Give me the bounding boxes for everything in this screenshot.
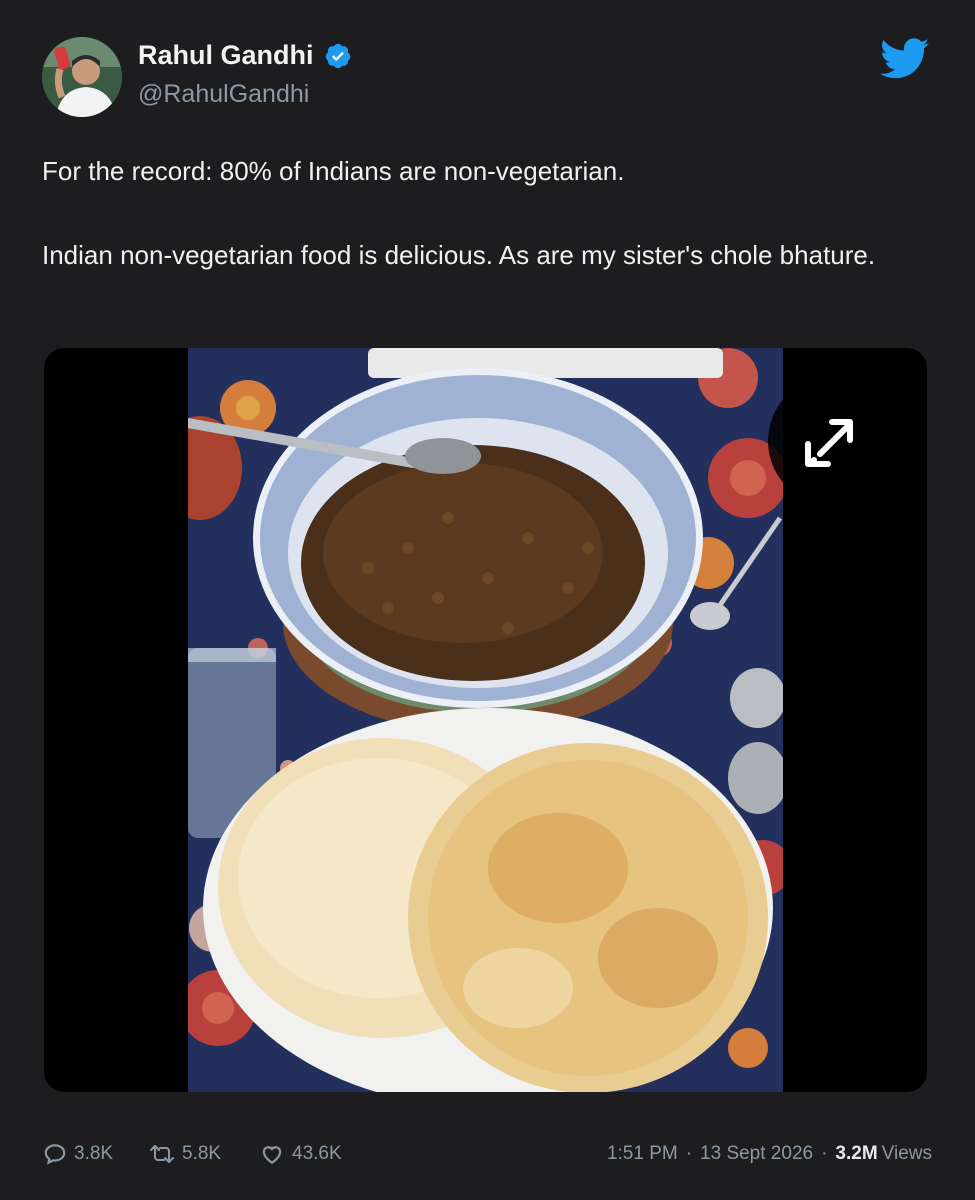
retweet-icon	[150, 1145, 174, 1163]
retweet-count: 5.8K	[182, 1143, 222, 1164]
heart-icon	[262, 1146, 282, 1164]
twitter-bird-icon[interactable]	[880, 38, 930, 80]
reply-action[interactable]: 3.8K	[42, 1138, 113, 1170]
views-label: Views	[881, 1143, 932, 1164]
retweet-action[interactable]: 5.8K	[148, 1138, 221, 1170]
like-action[interactable]: 43.6K	[258, 1138, 342, 1170]
tweet-media[interactable]	[44, 348, 927, 1092]
meta-separator: ·	[685, 1143, 693, 1164]
tweet-paragraph: Indian non-vegetarian food is delicious.…	[42, 240, 876, 270]
food-photo[interactable]	[188, 348, 783, 1092]
tweet-paragraph: For the record: 80% of Indians are non-v…	[42, 156, 625, 186]
expand-media-button[interactable]	[768, 376, 898, 506]
avatar[interactable]	[42, 37, 122, 117]
reply-icon	[44, 1144, 66, 1165]
like-count: 43.6K	[292, 1143, 342, 1164]
views-count: 3.2M	[835, 1143, 878, 1164]
tweet-date[interactable]: 13 Sept 2026	[700, 1143, 813, 1165]
reply-count: 3.8K	[74, 1143, 114, 1164]
avatar-portrait-icon	[42, 37, 122, 117]
meta-separator: ·	[821, 1143, 828, 1164]
author-name-row[interactable]: Rahul Gandhi	[138, 40, 352, 71]
tweet-footer: 3.8K 5.8K 43.6K 1:51 PM · 13 Sept 2026 ·…	[42, 1138, 932, 1170]
author-handle[interactable]: @RahulGandhi	[138, 80, 309, 109]
tweet-time[interactable]: 1:51 PM	[607, 1143, 678, 1165]
tweet-text: For the record: 80% of Indians are non-v…	[42, 150, 942, 276]
tweet-meta: 1:51 PM · 13 Sept 2026 · 3.2M Views	[607, 1138, 932, 1170]
verified-badge-icon	[325, 43, 350, 68]
expand-arrows-icon	[805, 419, 853, 467]
display-name[interactable]: Rahul Gandhi	[138, 40, 314, 71]
